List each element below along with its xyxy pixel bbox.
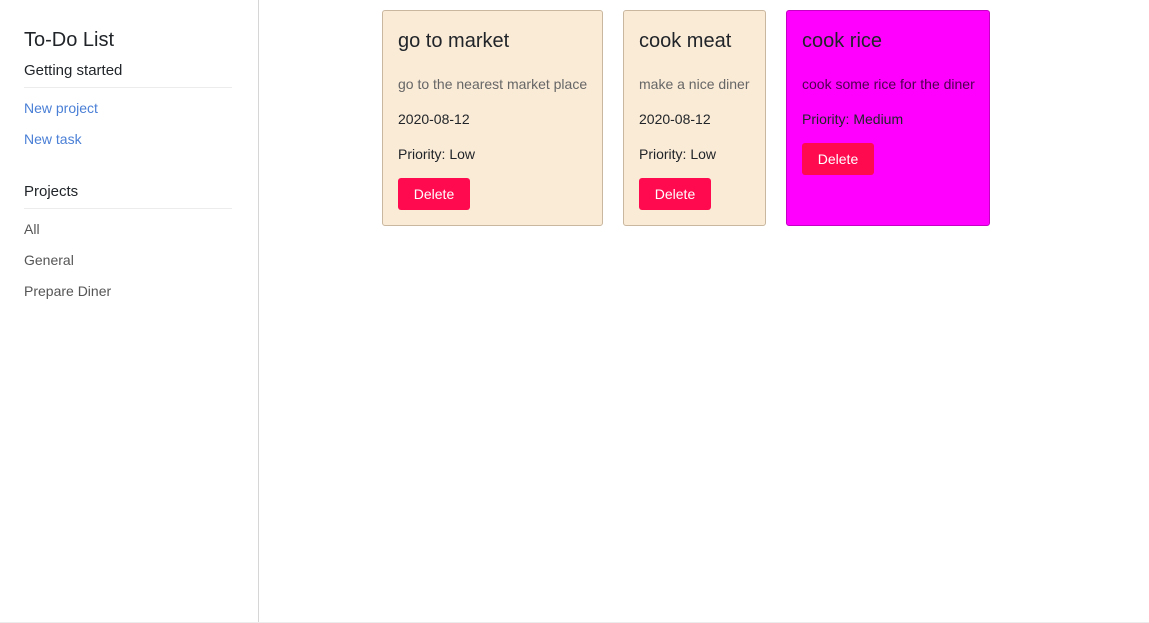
delete-button[interactable]: Delete (398, 178, 470, 210)
delete-button[interactable]: Delete (639, 178, 711, 210)
task-card: cook rice cook some rice for the diner P… (786, 10, 990, 226)
new-project-link[interactable]: New project (24, 99, 98, 117)
delete-button[interactable]: Delete (802, 143, 874, 175)
project-item-all[interactable]: All (24, 220, 40, 238)
project-item-general[interactable]: General (24, 251, 74, 269)
task-title: cook meat (639, 30, 732, 52)
task-description: cook some rice for the diner (802, 76, 975, 92)
task-date: 2020-08-12 (639, 111, 711, 127)
project-item-prepare-diner[interactable]: Prepare Diner (24, 282, 111, 300)
task-priority: Priority: Medium (802, 111, 904, 127)
task-description: make a nice diner (639, 76, 750, 92)
section-divider (24, 208, 232, 209)
task-title: cook rice (802, 30, 883, 52)
app-root: To-Do List Getting started New project N… (0, 0, 1149, 623)
task-card: go to market go to the nearest market pl… (382, 10, 603, 226)
task-card: cook meat make a nice diner 2020-08-12 P… (623, 10, 766, 226)
new-task-link[interactable]: New task (24, 130, 82, 148)
projects-heading: Projects (24, 183, 79, 200)
section-divider (24, 87, 232, 88)
task-priority: Priority: Low (398, 146, 476, 162)
task-date: 2020-08-12 (398, 111, 470, 127)
getting-started-heading: Getting started (24, 62, 123, 79)
app-title: To-Do List (24, 29, 115, 51)
task-title: go to market (398, 30, 510, 52)
sidebar: To-Do List Getting started New project N… (0, 0, 259, 622)
task-priority: Priority: Low (639, 146, 717, 162)
task-description: go to the nearest market place (398, 76, 588, 92)
